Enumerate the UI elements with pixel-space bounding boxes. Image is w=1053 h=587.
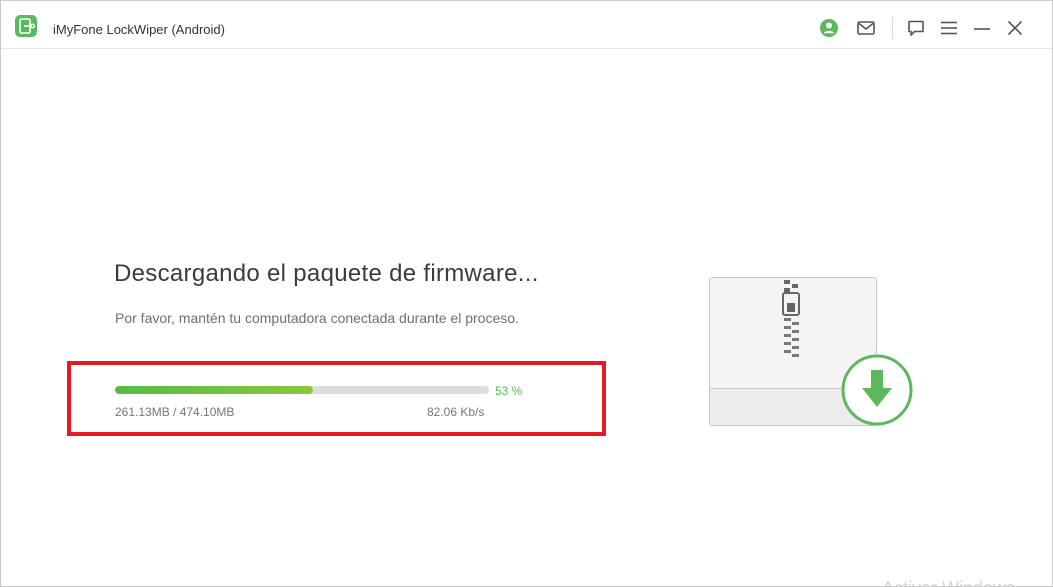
app-title: iMyFone LockWiper (Android) (53, 22, 225, 37)
zip-archive-icon (777, 280, 807, 369)
title-bar: iMyFone LockWiper (Android) (1, 1, 1052, 49)
page-subtitle: Por favor, mantén tu computadora conecta… (115, 310, 519, 326)
progress-highlight-box (67, 361, 606, 436)
close-icon[interactable] (1005, 18, 1025, 38)
menu-icon[interactable] (939, 18, 959, 38)
minimize-icon[interactable] (972, 18, 992, 38)
download-speed: 82.06 Kb/s (427, 405, 485, 419)
title-bar-divider (892, 17, 893, 39)
download-progress-fill (115, 386, 314, 394)
feedback-icon[interactable] (906, 18, 926, 38)
page-title: Descargando el paquete de firmware... (114, 260, 539, 287)
progress-percent: 53 % (495, 384, 523, 398)
app-window: iMyFone LockWiper (Android) Descargando … (0, 0, 1053, 587)
mail-icon[interactable] (856, 18, 876, 38)
app-logo-icon (15, 15, 37, 37)
account-icon[interactable] (819, 18, 839, 38)
download-arrow-icon (840, 353, 914, 427)
downloaded-size: 261.13MB / 474.10MB (115, 405, 235, 419)
windows-activation-watermark: Activar Windows (882, 578, 1015, 586)
download-progress-bar (115, 386, 489, 394)
